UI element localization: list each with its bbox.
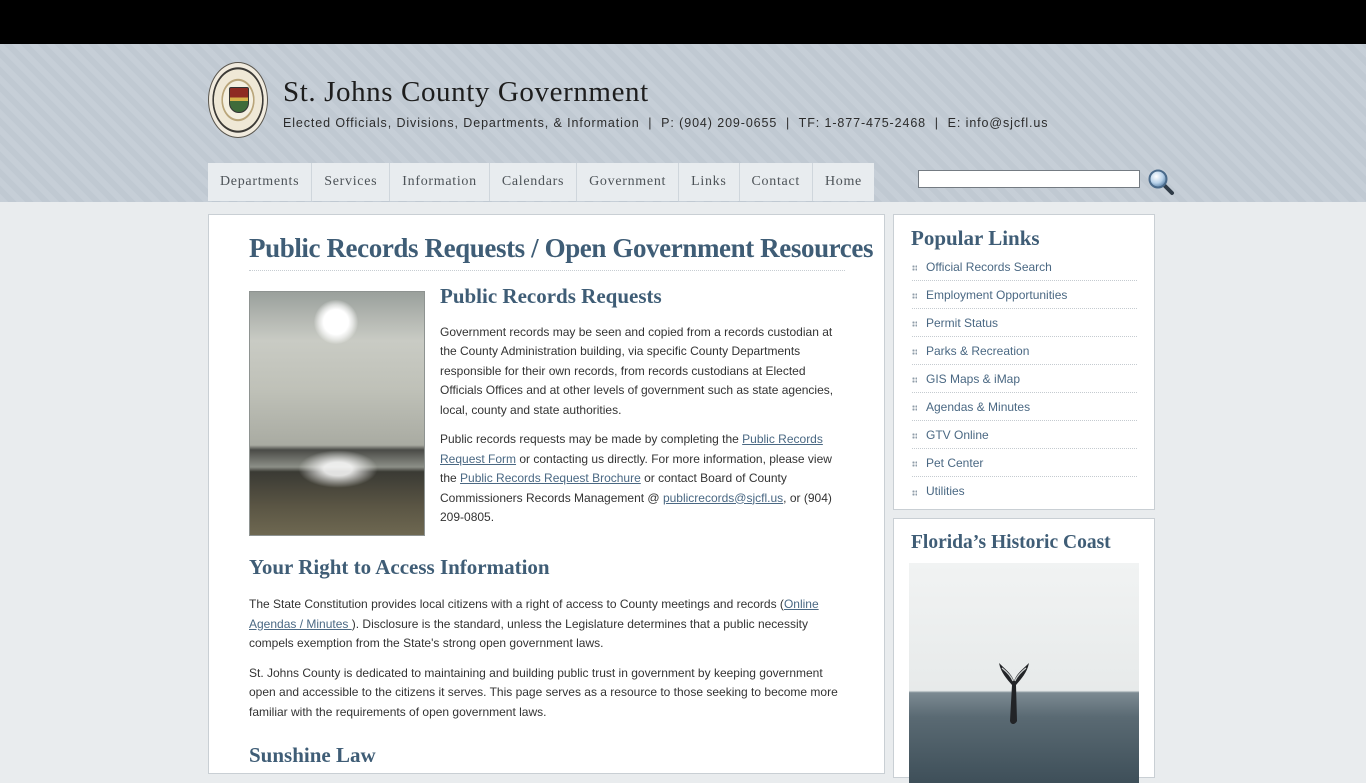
search-input[interactable]: [918, 170, 1140, 188]
bullet-icon: [912, 377, 917, 383]
header-tagline: Elected Officials, Divisions, Department…: [283, 116, 1048, 130]
popular-link-label: Agendas & Minutes: [926, 399, 1031, 414]
nav-item-government[interactable]: Government: [577, 163, 680, 201]
nav-item-departments[interactable]: Departments: [208, 163, 313, 201]
popular-link-gtv-online[interactable]: GTV Online: [912, 421, 1137, 449]
historic-coast-panel: Florida’s Historic Coast: [893, 518, 1155, 783]
main-nav: Departments Services Information Calenda…: [208, 163, 874, 201]
p2-text-a: Public records requests may be made by c…: [440, 432, 743, 446]
section-heading-sunshine-law: Sunshine Law: [249, 743, 376, 767]
popular-link-employment[interactable]: Employment Opportunities: [912, 281, 1137, 309]
popular-link-pet-center[interactable]: Pet Center: [912, 449, 1137, 477]
nav-item-home[interactable]: Home: [813, 163, 874, 201]
popular-links-title: Popular Links: [911, 226, 1040, 250]
public-records-email-link[interactable]: publicrecords@sjcfl.us: [663, 491, 783, 505]
whale-tail-icon: [999, 663, 1029, 724]
whale-tail-photo[interactable]: [909, 563, 1139, 783]
main-content: Public Records Requests / Open Governmen…: [208, 214, 885, 774]
bullet-icon: [912, 349, 917, 355]
nav-item-links[interactable]: Links: [679, 163, 740, 201]
sunset-beach-photo: [249, 291, 425, 536]
historic-coast-title: Florida’s Historic Coast: [911, 532, 1111, 553]
site-title[interactable]: St. Johns County Government: [283, 76, 649, 109]
popular-link-label: Pet Center: [926, 455, 984, 470]
search-button[interactable]: [1147, 168, 1175, 196]
bullet-icon: [912, 293, 917, 299]
popular-link-label: Permit Status: [926, 315, 999, 330]
nav-item-contact[interactable]: Contact: [740, 163, 813, 201]
top-black-bar: [0, 0, 1366, 44]
section-heading-public-records: Public Records Requests: [440, 284, 662, 308]
access-text-a: The State Constitution provides local ci…: [249, 597, 784, 611]
bullet-icon: [912, 489, 917, 496]
popular-link-gis-maps[interactable]: GIS Maps & iMap: [912, 365, 1137, 393]
popular-link-label: GTV Online: [926, 427, 989, 442]
bullet-icon: [912, 321, 917, 327]
popular-link-utilities[interactable]: Utilities: [912, 477, 1137, 505]
popular-link-agendas[interactable]: Agendas & Minutes: [912, 393, 1137, 421]
right-to-access-section: The State Constitution provides local ci…: [249, 595, 845, 732]
bullet-icon: [912, 433, 917, 439]
right-to-access-paragraph-2: St. Johns County is dedicated to maintai…: [249, 665, 838, 719]
sun-glow: [314, 300, 358, 344]
nav-item-calendars[interactable]: Calendars: [490, 163, 578, 201]
page-title: Public Records Requests / Open Governmen…: [249, 233, 873, 271]
public-records-paragraph-2: Public records requests may be made by c…: [440, 430, 844, 528]
public-records-paragraph-1: Government records may be seen and copie…: [440, 324, 834, 417]
bullet-icon: [912, 405, 917, 411]
tagline-contact-text: Elected Officials, Divisions, Department…: [283, 116, 966, 130]
popular-link-label: GIS Maps & iMap: [926, 371, 1021, 386]
public-records-brochure-link[interactable]: Public Records Request Brochure: [460, 471, 641, 485]
popular-link-label: Utilities: [926, 484, 965, 498]
county-seal-logo[interactable]: [208, 62, 268, 138]
section-heading-right-to-access: Your Right to Access Information: [249, 555, 550, 579]
header-email-link[interactable]: info@sjcfl.us: [966, 116, 1049, 130]
nav-item-information[interactable]: Information: [390, 163, 490, 201]
popular-link-label: Parks & Recreation: [926, 343, 1030, 358]
popular-link-label: Employment Opportunities: [926, 287, 1068, 302]
popular-link-permit-status[interactable]: Permit Status: [912, 309, 1137, 337]
seal-shield-icon: [229, 87, 249, 113]
water-glint: [298, 450, 378, 488]
popular-link-parks[interactable]: Parks & Recreation: [912, 337, 1137, 365]
bullet-icon: [912, 461, 917, 467]
bullet-icon: [912, 265, 917, 271]
popular-link-official-records[interactable]: Official Records Search: [912, 253, 1137, 281]
right-to-access-paragraph-1: The State Constitution provides local ci…: [249, 595, 845, 654]
search-icon: [1148, 169, 1174, 195]
popular-link-label: Official Records Search: [926, 259, 1052, 274]
popular-links-list: Official Records Search Employment Oppor…: [912, 253, 1137, 505]
nav-item-services[interactable]: Services: [312, 163, 391, 201]
popular-links-panel: Popular Links Official Records Search Em…: [893, 214, 1155, 510]
public-records-section: Public Records Requests Government recor…: [440, 284, 844, 538]
